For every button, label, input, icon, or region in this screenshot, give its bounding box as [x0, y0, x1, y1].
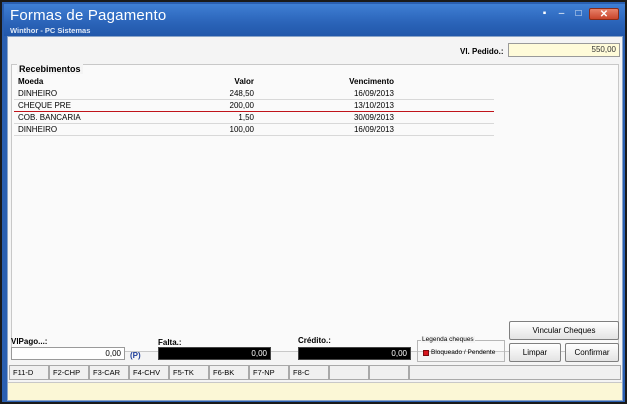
fkey-f6[interactable]: F6-BK	[209, 365, 249, 380]
limpar-button[interactable]: Limpar	[509, 343, 561, 362]
fkey-f2[interactable]: F2-CHP	[49, 365, 89, 380]
vl-pedido-label: Vl. Pedido.:	[460, 47, 504, 56]
cell-moeda: DINHEIRO	[18, 125, 58, 134]
fkey-f4[interactable]: F4-CHV	[129, 365, 169, 380]
credito-field: 0,00	[298, 347, 411, 360]
restore-icon[interactable]: ▪	[538, 8, 551, 20]
confirmar-label: Confirmar	[574, 348, 610, 357]
falta-label: Falta.:	[158, 338, 182, 347]
close-icon[interactable]: ✕	[589, 8, 619, 20]
cell-moeda: CHEQUE PRE	[18, 101, 71, 110]
cell-vencimento: 16/09/2013	[353, 89, 394, 98]
column-header-vencimento[interactable]: Vencimento	[314, 77, 394, 87]
cell-valor: 200,00	[229, 101, 254, 110]
cell-vencimento: 30/09/2013	[353, 113, 394, 122]
fkey-empty	[409, 365, 621, 380]
vl-pedido-field: 550,00	[508, 43, 620, 57]
fkey-f5[interactable]: F5-TK	[169, 365, 209, 380]
status-bar	[8, 382, 622, 400]
cell-vencimento: 13/10/2013	[353, 101, 394, 110]
recebimentos-title: Recebimentos	[17, 64, 83, 74]
title-bar[interactable]: Formas de Pagamento Winthor - PC Sistema…	[4, 4, 625, 36]
vlpago-input[interactable]: 0,00	[11, 347, 125, 360]
table-row[interactable]: DINHEIRO 248,50 16/09/2013	[14, 88, 494, 100]
window-frame: Formas de Pagamento Winthor - PC Sistema…	[0, 0, 627, 404]
fkey-f7[interactable]: F7-NP	[249, 365, 289, 380]
fkey-f8[interactable]: F8-C	[289, 365, 329, 380]
bloqueado-swatch-icon	[423, 350, 429, 356]
function-key-bar: F11-D F2-CHP F3-CAR F4-CHV F5-TK F6-BK F…	[9, 365, 621, 380]
cell-moeda: COB. BANCARIA	[18, 113, 81, 122]
window-subtitle: Winthor - PC Sistemas	[10, 26, 91, 35]
table-row-selected[interactable]: CHEQUE PRE 200,00 13/10/2013	[14, 100, 494, 112]
maximize-icon[interactable]: □	[572, 8, 585, 20]
fkey-empty	[369, 365, 409, 380]
falta-field: 0,00	[158, 347, 271, 360]
legenda-title: Legenda cheques	[421, 336, 475, 343]
confirmar-button[interactable]: Confirmar	[565, 343, 619, 362]
minimize-icon[interactable]: –	[555, 8, 568, 20]
legenda-item: Bloqueado / Pendente	[431, 349, 496, 356]
cell-valor: 1,50	[238, 113, 254, 122]
fkey-empty	[329, 365, 369, 380]
cell-vencimento: 16/09/2013	[353, 125, 394, 134]
vlpago-label: VlPago...:	[11, 337, 48, 346]
vincular-cheques-label: Vincular Cheques	[532, 326, 596, 335]
window-title: Formas de Pagamento	[10, 7, 167, 24]
recebimentos-group: Recebimentos Moeda Valor Vencimento DINH…	[11, 64, 619, 352]
vincular-cheques-button[interactable]: Vincular Cheques	[509, 321, 619, 340]
column-header-moeda[interactable]: Moeda	[18, 77, 43, 87]
legenda-cheques: Legenda cheques Bloqueado / Pendente	[417, 336, 505, 362]
fkey-f11[interactable]: F11-D	[9, 365, 49, 380]
limpar-label: Limpar	[522, 348, 548, 357]
grid-header: Moeda Valor Vencimento	[14, 76, 494, 88]
vlpago-flag: (P)	[130, 351, 141, 360]
recebimentos-grid[interactable]: Moeda Valor Vencimento DINHEIRO 248,50 1…	[14, 76, 494, 136]
table-row[interactable]: COB. BANCARIA 1,50 30/09/2013	[14, 112, 494, 124]
cell-moeda: DINHEIRO	[18, 89, 58, 98]
column-header-valor[interactable]: Valor	[194, 77, 254, 87]
fkey-f3[interactable]: F3-CAR	[89, 365, 129, 380]
window-controls: ▪ – □ ✕	[538, 8, 619, 20]
credito-label: Crédito.:	[298, 336, 331, 345]
table-row[interactable]: DINHEIRO 100,00 16/09/2013	[14, 124, 494, 136]
cell-valor: 100,00	[229, 125, 254, 134]
client-area: Vl. Pedido.: 550,00 Recebimentos Moeda V…	[7, 36, 623, 401]
cell-valor: 248,50	[229, 89, 254, 98]
